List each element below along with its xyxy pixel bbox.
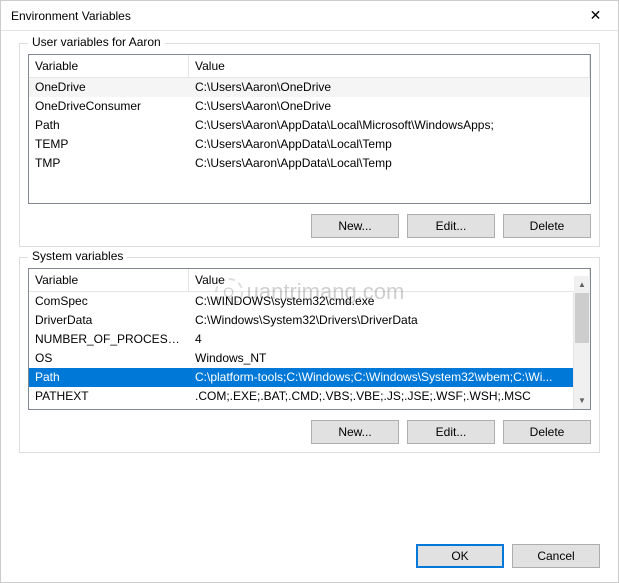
close-icon: ✕ [590,7,602,24]
cell-value: C:\platform-tools;C:\Windows;C:\Windows\… [189,368,573,387]
table-row[interactable]: PathC:\platform-tools;C:\Windows;C:\Wind… [29,368,573,387]
user-buttons: New... Edit... Delete [28,214,591,238]
system-edit-button[interactable]: Edit... [407,420,495,444]
user-variables-list[interactable]: Variable Value OneDriveC:\Users\Aaron\On… [28,54,591,204]
table-row[interactable]: OSWindows_NT [29,349,573,368]
list-header: Variable Value [29,55,590,78]
table-row[interactable]: PATHEXT.COM;.EXE;.BAT;.CMD;.VBS;.VBE;.JS… [29,387,573,406]
scroll-up-icon[interactable]: ▲ [574,276,590,293]
system-delete-button[interactable]: Delete [503,420,591,444]
cell-value: C:\Users\Aaron\AppData\Local\Microsoft\W… [189,116,590,135]
scrollbar-thumb[interactable] [575,293,589,343]
table-row[interactable]: NUMBER_OF_PROCESSORS4 [29,330,573,349]
table-row[interactable]: TMPC:\Users\Aaron\AppData\Local\Temp [29,154,590,173]
cell-value: Windows_NT [189,349,573,368]
cell-value: C:\Users\Aaron\AppData\Local\Temp [189,154,590,173]
col-header-variable[interactable]: Variable [29,55,189,77]
list-header: Variable Value [29,269,590,292]
cell-value: C:\Windows\System32\Drivers\DriverData [189,311,573,330]
table-row[interactable]: PathC:\Users\Aaron\AppData\Local\Microso… [29,116,590,135]
scroll-down-icon[interactable]: ▼ [574,392,590,409]
user-variables-group: User variables for Aaron Variable Value … [19,43,600,247]
col-header-value[interactable]: Value [189,269,590,291]
table-row[interactable]: PROCESSOR_ARCHITECTUREAMD64 [29,406,573,410]
ok-button[interactable]: OK [416,544,504,568]
cell-variable: NUMBER_OF_PROCESSORS [29,330,189,349]
cell-variable: PROCESSOR_ARCHITECTURE [29,406,189,410]
env-vars-dialog: Environment Variables ✕ User variables f… [0,0,619,583]
cell-value: AMD64 [189,406,573,410]
system-variables-group: System variables Variable Value ComSpecC… [19,257,600,453]
dialog-buttons: OK Cancel [1,534,618,582]
table-row[interactable]: OneDriveConsumerC:\Users\Aaron\OneDrive [29,97,590,116]
cell-variable: TEMP [29,135,189,154]
system-variables-list[interactable]: Variable Value ComSpecC:\WINDOWS\system3… [28,268,591,410]
system-new-button[interactable]: New... [311,420,399,444]
cell-value: C:\Users\Aaron\AppData\Local\Temp [189,135,590,154]
user-edit-button[interactable]: Edit... [407,214,495,238]
col-header-value[interactable]: Value [189,55,590,77]
cell-value: 4 [189,330,573,349]
cell-variable: PATHEXT [29,387,189,406]
system-buttons: New... Edit... Delete [28,420,591,444]
table-row[interactable]: ComSpecC:\WINDOWS\system32\cmd.exe [29,292,573,311]
col-header-variable[interactable]: Variable [29,269,189,291]
cell-value: C:\Users\Aaron\OneDrive [189,97,590,116]
close-button[interactable]: ✕ [573,1,618,31]
cell-value: .COM;.EXE;.BAT;.CMD;.VBS;.VBE;.JS;.JSE;.… [189,387,573,406]
table-row[interactable]: DriverDataC:\Windows\System32\Drivers\Dr… [29,311,573,330]
table-row[interactable]: TEMPC:\Users\Aaron\AppData\Local\Temp [29,135,590,154]
cancel-button[interactable]: Cancel [512,544,600,568]
cell-variable: OneDriveConsumer [29,97,189,116]
cell-value: C:\WINDOWS\system32\cmd.exe [189,292,573,311]
user-new-button[interactable]: New... [311,214,399,238]
cell-value: C:\Users\Aaron\OneDrive [189,78,590,97]
table-row[interactable]: OneDriveC:\Users\Aaron\OneDrive [29,78,590,97]
cell-variable: Path [29,116,189,135]
user-group-label: User variables for Aaron [28,35,165,49]
cell-variable: TMP [29,154,189,173]
scrollbar[interactable]: ▲ ▼ [573,293,590,409]
cell-variable: DriverData [29,311,189,330]
cell-variable: OneDrive [29,78,189,97]
titlebar: Environment Variables ✕ [1,1,618,31]
cell-variable: ComSpec [29,292,189,311]
system-group-label: System variables [28,249,127,263]
user-delete-button[interactable]: Delete [503,214,591,238]
dialog-body: User variables for Aaron Variable Value … [1,31,618,534]
window-title: Environment Variables [11,9,131,23]
cell-variable: OS [29,349,189,368]
cell-variable: Path [29,368,189,387]
